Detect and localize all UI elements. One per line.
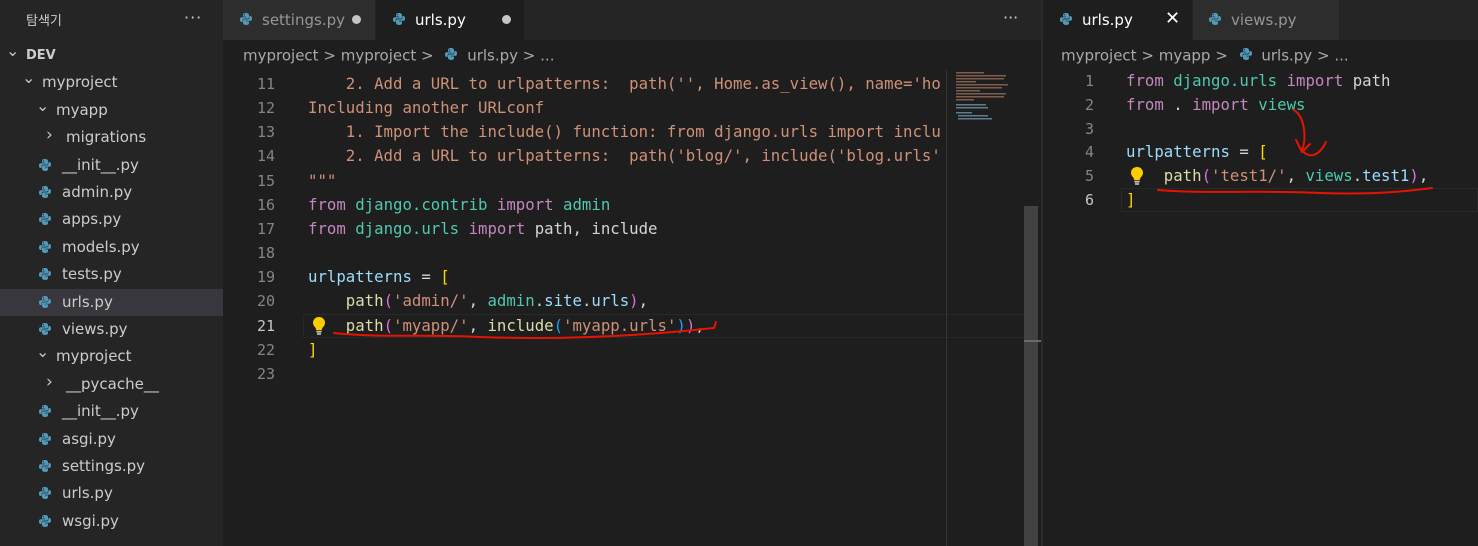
arrow-annotation [1293,109,1327,157]
annotation-layer [333,109,1433,339]
underline-annotation-right [1157,187,1433,195]
underline-annotation-left [333,321,717,339]
